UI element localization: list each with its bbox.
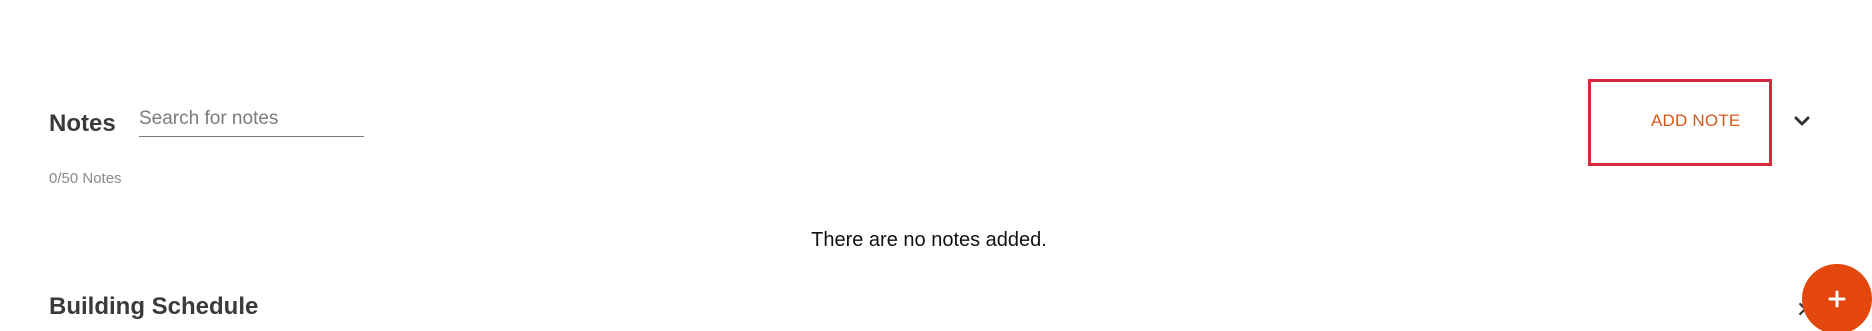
notes-count: 0/50 Notes bbox=[49, 170, 122, 187]
building-schedule-title: Building Schedule bbox=[49, 293, 259, 320]
chevron-down-icon[interactable] bbox=[1793, 113, 1811, 129]
search-input[interactable] bbox=[139, 104, 364, 134]
notes-title: Notes bbox=[49, 110, 116, 137]
page: Notes 0/50 Notes ADD NOTE There are no n… bbox=[0, 0, 1872, 331]
add-fab-button[interactable] bbox=[1802, 264, 1872, 331]
search-field[interactable] bbox=[139, 104, 364, 137]
empty-notes-message: There are no notes added. bbox=[811, 229, 1047, 251]
add-note-button[interactable]: ADD NOTE bbox=[1651, 111, 1740, 131]
plus-icon bbox=[1828, 290, 1846, 308]
